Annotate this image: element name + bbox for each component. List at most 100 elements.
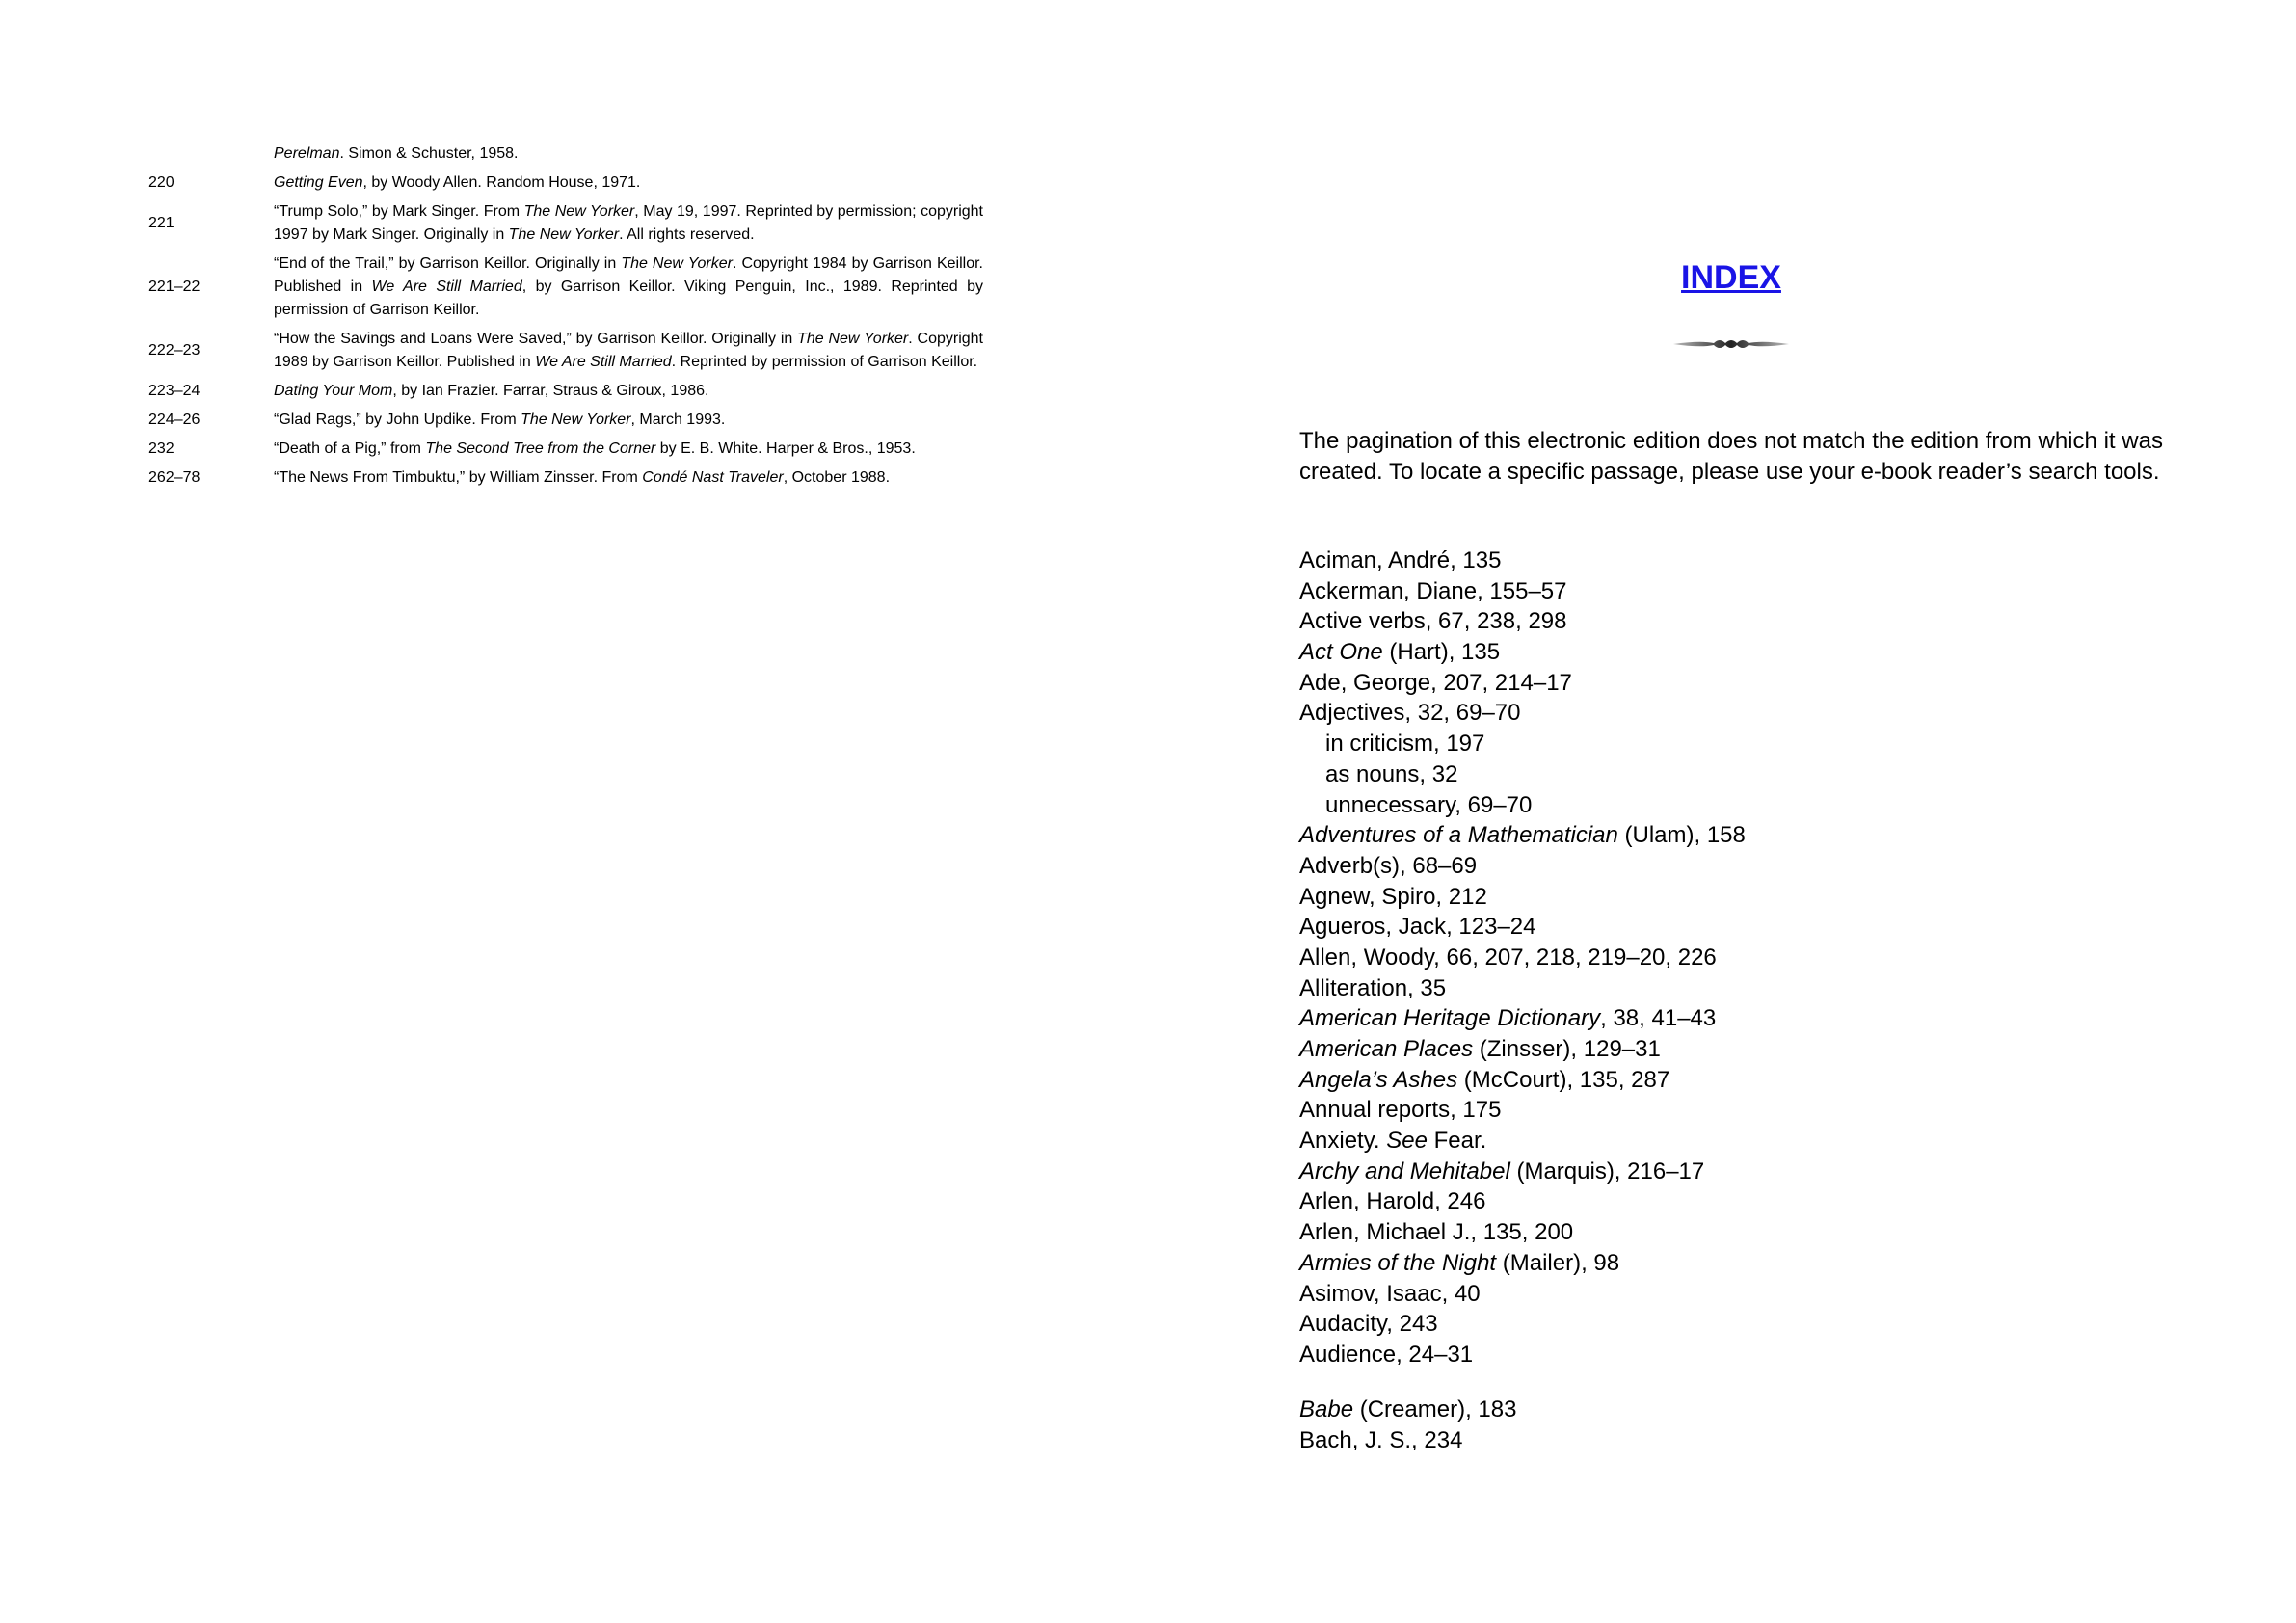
text-run: Aciman, André, 135 (1299, 547, 1502, 573)
text-run: (Mailer), 98 (1496, 1249, 1620, 1276)
pagination-note: The pagination of this electronic editio… (1299, 428, 2163, 485)
credit-text: “Death of a Pig,” from The Second Tree f… (274, 438, 983, 461)
text-run: as nouns, 32 (1325, 760, 1458, 787)
text-run: Active verbs, 67, 238, 298 (1299, 608, 1567, 635)
credit-page-number: 220 (148, 174, 174, 191)
text-run: “End of the Trail,” by Garrison Keillor.… (274, 255, 622, 272)
text-run: in criticism, 197 (1325, 731, 1485, 758)
italic-title: American Places (1299, 1036, 1474, 1062)
credits-list: Perelman. Simon & Schuster, 1958. 220 Gett… (148, 143, 983, 490)
italic-title: The New Yorker (797, 331, 909, 347)
credit-row: 224–26 “Glad Rags,” by John Updike. From … (148, 409, 983, 432)
index-title-link[interactable]: INDEX (1681, 259, 1781, 296)
credit-page-number: 223–24 (148, 383, 200, 399)
text-run: “Trump Solo,” by Mark Singer. From (274, 203, 524, 220)
credit-text: Dating Your Mom, by Ian Frazier. Farrar,… (274, 380, 983, 403)
index-entry: Audience, 24–31 (1299, 1340, 2163, 1370)
credit-text: “Trump Solo,” by Mark Singer. From The N… (274, 200, 983, 247)
italic-title: Act One (1299, 639, 1383, 666)
index-entry: Arlen, Michael J., 135, 200 (1299, 1217, 2163, 1248)
text-run: Bach, J. S., 234 (1299, 1426, 1463, 1453)
text-run: , by Woody Allen. Random House, 1971. (362, 174, 641, 191)
credit-row: 262–78 “The News From Timbuktu,” by Willi… (148, 466, 983, 490)
text-run: Audacity, 243 (1299, 1311, 1438, 1338)
index-entry: Adventures of a Mathematician (Ulam), 15… (1299, 820, 2163, 851)
text-run: Anxiety. (1299, 1128, 1387, 1155)
credit-row: 220 Getting Even, by Woody Allen. Random … (148, 172, 983, 195)
text-run: Agnew, Spiro, 212 (1299, 883, 1487, 910)
text-run: “Glad Rags,” by John Updike. From (274, 412, 521, 428)
text-run: Asimov, Isaac, 40 (1299, 1280, 1481, 1307)
index-entry: Active verbs, 67, 238, 298 (1299, 606, 2163, 637)
index-entry: Allen, Woody, 66, 207, 218, 219–20, 226 (1299, 943, 2163, 973)
italic-title: See (1386, 1128, 1428, 1155)
italic-title: The New Yorker (621, 255, 733, 272)
credit-text: Perelman. Simon & Schuster, 1958. (274, 143, 983, 166)
italic-title: Getting Even (274, 174, 363, 191)
italic-title: Perelman (274, 146, 340, 162)
index-entry: American Heritage Dictionary, 38, 41–43 (1299, 1003, 2163, 1034)
credit-row: Perelman. Simon & Schuster, 1958. (148, 143, 983, 166)
credit-page-number: 222–23 (148, 342, 200, 359)
text-run: Agueros, Jack, 123–24 (1299, 914, 1536, 941)
index-entry: Audacity, 243 (1299, 1309, 2163, 1340)
text-run: Adjectives, 32, 69–70 (1299, 700, 1521, 727)
index-subentry: in criticism, 197 (1299, 729, 2163, 759)
italic-title: Condé Nast Traveler (642, 469, 784, 486)
index-entry: Agnew, Spiro, 212 (1299, 882, 2163, 913)
index-entry: Asimov, Isaac, 40 (1299, 1279, 2163, 1310)
index-subentry: unnecessary, 69–70 (1299, 790, 2163, 821)
text-run: Audience, 24–31 (1299, 1341, 1474, 1368)
credit-page-number: 221–22 (148, 279, 200, 295)
text-run: by E. B. White. Harper & Bros., 1953. (655, 440, 916, 457)
credit-page-number: 221 (148, 215, 174, 231)
credit-page-number: 224–26 (148, 412, 200, 428)
text-run: unnecessary, 69–70 (1325, 791, 1533, 818)
credit-text: Getting Even, by Woody Allen. Random Hou… (274, 172, 983, 195)
text-run: Adverb(s), 68–69 (1299, 852, 1478, 879)
index-entry: Adjectives, 32, 69–70 (1299, 698, 2163, 729)
index-entry: Archy and Mehitabel (Marquis), 216–17 (1299, 1157, 2163, 1187)
credit-text: “The News From Timbuktu,” by William Zin… (274, 466, 983, 490)
text-run: Alliteration, 35 (1299, 974, 1447, 1001)
italic-title: Dating Your Mom (274, 383, 393, 399)
index-entry: Anxiety. See Fear. (1299, 1126, 2163, 1157)
text-run: (Hart), 135 (1382, 639, 1501, 666)
credit-text: “Glad Rags,” by John Updike. From The Ne… (274, 409, 983, 432)
italic-title: We Are Still Married (371, 279, 522, 295)
text-run: , by Ian Frazier. Farrar, Straus & Girou… (392, 383, 709, 399)
text-run: Fear. (1427, 1128, 1487, 1155)
index-entry: Alliteration, 35 (1299, 973, 2163, 1004)
index-title: INDEX (1299, 256, 2163, 299)
italic-title: We Are Still Married (535, 354, 672, 370)
text-run: . Reprinted by permission of Garrison Ke… (671, 354, 978, 370)
credit-text: “How the Savings and Loans Were Saved,” … (274, 328, 983, 374)
credit-row: 232 “Death of a Pig,” from The Second Tre… (148, 438, 983, 461)
credit-text: “End of the Trail,” by Garrison Keillor.… (274, 253, 983, 322)
credit-row: 222–23 “How the Savings and Loans Were Sa… (148, 328, 983, 374)
italic-title: Angela’s Ashes (1299, 1066, 1458, 1093)
index-subentry: as nouns, 32 (1299, 759, 2163, 790)
index-entry: Bach, J. S., 234 (1299, 1425, 2163, 1456)
text-run: (McCourt), 135, 287 (1457, 1066, 1670, 1093)
text-run: Ackerman, Diane, 155–57 (1299, 577, 1567, 604)
text-run: (Creamer), 183 (1353, 1397, 1517, 1423)
index-entry: Ade, George, 207, 214–17 (1299, 668, 2163, 699)
italic-title: The New Yorker (523, 203, 635, 220)
italic-title: Archy and Mehitabel (1299, 1157, 1510, 1184)
italic-title: The Second Tree from the Corner (425, 440, 656, 457)
credit-row: 221 “Trump Solo,” by Mark Singer. From Th… (148, 200, 983, 247)
text-run: , October 1988. (783, 469, 891, 486)
index-entry: Babe (Creamer), 183 (1299, 1395, 2163, 1425)
italic-title: American Heritage Dictionary (1299, 1005, 1601, 1032)
text-run: Arlen, Michael J., 135, 200 (1299, 1219, 1574, 1246)
italic-title: The New Yorker (508, 226, 620, 243)
swash-divider-icon (1673, 340, 1789, 348)
index-entry: Act One (Hart), 135 (1299, 637, 2163, 668)
text-run: Arlen, Harold, 246 (1299, 1188, 1486, 1215)
index-entry: Arlen, Harold, 246 (1299, 1186, 2163, 1217)
text-run: (Marquis), 216–17 (1509, 1157, 1705, 1184)
index-entry: Angela’s Ashes (McCourt), 135, 287 (1299, 1065, 2163, 1096)
italic-title: Armies of the Night (1299, 1249, 1497, 1276)
text-run: “Death of a Pig,” from (274, 440, 426, 457)
